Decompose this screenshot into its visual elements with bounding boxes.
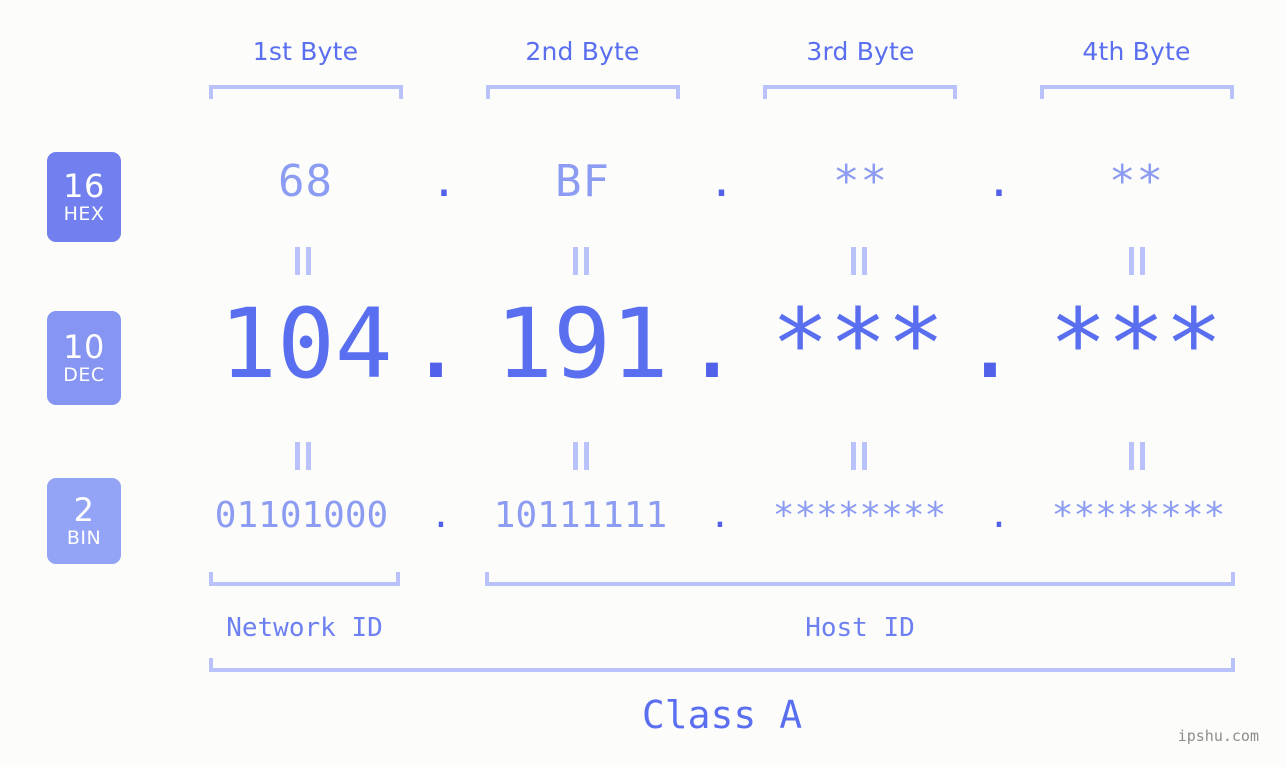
base-badge-hex-unit: HEX (63, 203, 105, 225)
base-badge-dec-unit: DEC (63, 364, 105, 386)
byte-header-3: 3rd Byte (806, 37, 915, 66)
hex-octet-3: ** (833, 156, 888, 207)
dec-octet-3: *** (771, 288, 945, 400)
bin-separator-2: . (709, 495, 731, 536)
base-badge-dec-number: 10 (63, 328, 105, 366)
hex-octet-2: BF (555, 156, 610, 207)
bin-octet-1: 01101000 (214, 495, 389, 536)
dec-separator-2: . (683, 288, 741, 400)
network-id-bracket (209, 572, 400, 586)
byte-bracket-4 (1040, 85, 1234, 99)
base-badge-bin-number: 2 (73, 491, 95, 529)
host-id-bracket (485, 572, 1235, 586)
byte-bracket-1 (209, 85, 403, 99)
bin-octet-2: 10111111 (493, 495, 668, 536)
base-badge-bin-unit: BIN (66, 527, 102, 549)
site-watermark: ipshu.com (1177, 727, 1259, 745)
bin-octet-3: ******** (772, 495, 947, 536)
network-id-label: Network ID (226, 613, 383, 643)
host-id-label: Host ID (805, 613, 915, 643)
class-label: Class A (641, 693, 803, 737)
equality-connector-dec-bin-4 (1128, 442, 1146, 470)
hex-octet-1: 68 (278, 156, 333, 207)
dec-octet-1: 104 (219, 288, 393, 400)
hex-octet-4: ** (1109, 156, 1164, 207)
equality-connector-dec-bin-2 (572, 442, 590, 470)
hex-separator-1: . (430, 156, 458, 207)
dec-octet-2: 191 (495, 288, 669, 400)
equality-connector-hex-dec-2 (572, 247, 590, 275)
bin-separator-1: . (430, 495, 452, 536)
equality-connector-dec-bin-1 (294, 442, 312, 470)
base-badge-hex: 16 HEX (47, 152, 121, 242)
byte-bracket-3 (763, 85, 957, 99)
byte-bracket-2 (486, 85, 680, 99)
ip-breakdown-diagram: 1st Byte 2nd Byte 3rd Byte 4th Byte 16 H… (0, 0, 1285, 767)
equality-connector-dec-bin-3 (850, 442, 868, 470)
dec-separator-3: . (961, 288, 1019, 400)
byte-header-1: 1st Byte (252, 37, 359, 66)
hex-separator-3: . (985, 156, 1013, 207)
dec-separator-1: . (407, 288, 465, 400)
equality-connector-hex-dec-4 (1128, 247, 1146, 275)
base-badge-hex-number: 16 (63, 167, 105, 205)
bin-octet-4: ******** (1051, 495, 1226, 536)
base-badge-dec: 10 DEC (47, 311, 121, 405)
class-bracket (209, 658, 1235, 672)
hex-separator-2: . (708, 156, 735, 207)
dec-octet-4: *** (1049, 288, 1223, 400)
base-badge-bin: 2 BIN (47, 478, 121, 564)
equality-connector-hex-dec-3 (850, 247, 868, 275)
bin-separator-3: . (988, 495, 1010, 536)
byte-header-4: 4th Byte (1082, 37, 1191, 66)
byte-header-2: 2nd Byte (525, 37, 640, 66)
equality-connector-hex-dec-1 (294, 247, 312, 275)
